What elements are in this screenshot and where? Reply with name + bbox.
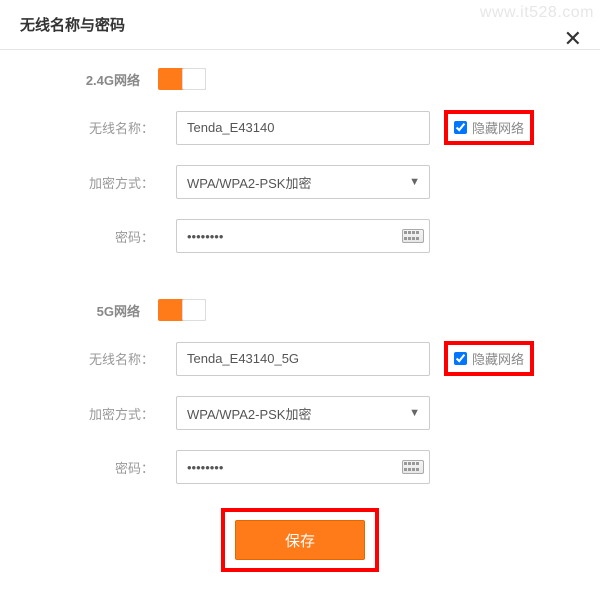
label-5g-encrypt: 加密方式：	[28, 404, 176, 423]
hide-5g-wrap: 隐藏网络	[444, 341, 534, 376]
toggle-24g[interactable]	[158, 68, 206, 90]
save-highlight: 保存	[221, 508, 379, 572]
row-24g-name: 无线名称： 隐藏网络	[28, 110, 572, 145]
close-icon[interactable]: ✕	[564, 28, 582, 50]
toggle-knob	[182, 68, 206, 90]
row-5g-name: 无线名称： 隐藏网络	[28, 341, 572, 376]
select-24g-wrap: ▼	[176, 165, 430, 199]
toggle-knob	[182, 299, 206, 321]
input-5g-ssid[interactable]	[176, 342, 430, 376]
input-24g-ssid[interactable]	[176, 111, 430, 145]
label-5g-password: 密码：	[28, 458, 176, 477]
label-24g-name: 无线名称：	[28, 118, 176, 137]
row-5g-encrypt: 加密方式： ▼	[28, 396, 572, 430]
row-24g-encrypt: 加密方式： ▼	[28, 165, 572, 199]
keyboard-icon[interactable]	[402, 460, 424, 474]
select-5g-encrypt[interactable]	[176, 396, 430, 430]
select-24g-encrypt[interactable]	[176, 165, 430, 199]
input-5g-password[interactable]	[176, 450, 430, 484]
password-24g-wrap	[176, 219, 430, 253]
label-24g-password: 密码：	[28, 227, 176, 246]
label-24g-hide: 隐藏网络	[472, 118, 524, 137]
dialog-content: 2.4G网络 无线名称： 隐藏网络 加密方式： ▼ 密码： 5G网络	[0, 50, 600, 582]
row-5g-password: 密码：	[28, 450, 572, 484]
password-5g-wrap	[176, 450, 430, 484]
watermark: www.it528.com	[480, 4, 594, 22]
section-5g-header: 5G网络	[28, 299, 572, 321]
hide-24g-wrap: 隐藏网络	[444, 110, 534, 145]
label-24g-encrypt: 加密方式：	[28, 173, 176, 192]
save-button[interactable]: 保存	[235, 520, 365, 560]
select-5g-wrap: ▼	[176, 396, 430, 430]
input-24g-password[interactable]	[176, 219, 430, 253]
section-24g-title: 2.4G网络	[28, 70, 158, 89]
label-5g-hide: 隐藏网络	[472, 349, 524, 368]
save-row: 保存	[28, 508, 572, 572]
row-24g-password: 密码：	[28, 219, 572, 253]
section-24g-header: 2.4G网络	[28, 68, 572, 90]
keyboard-icon[interactable]	[402, 229, 424, 243]
toggle-5g[interactable]	[158, 299, 206, 321]
section-5g-title: 5G网络	[28, 301, 158, 320]
label-5g-name: 无线名称：	[28, 349, 176, 368]
checkbox-24g-hide[interactable]	[454, 121, 467, 134]
dialog-header: 无线名称与密码 www.it528.com ✕	[0, 0, 600, 50]
checkbox-5g-hide[interactable]	[454, 352, 467, 365]
